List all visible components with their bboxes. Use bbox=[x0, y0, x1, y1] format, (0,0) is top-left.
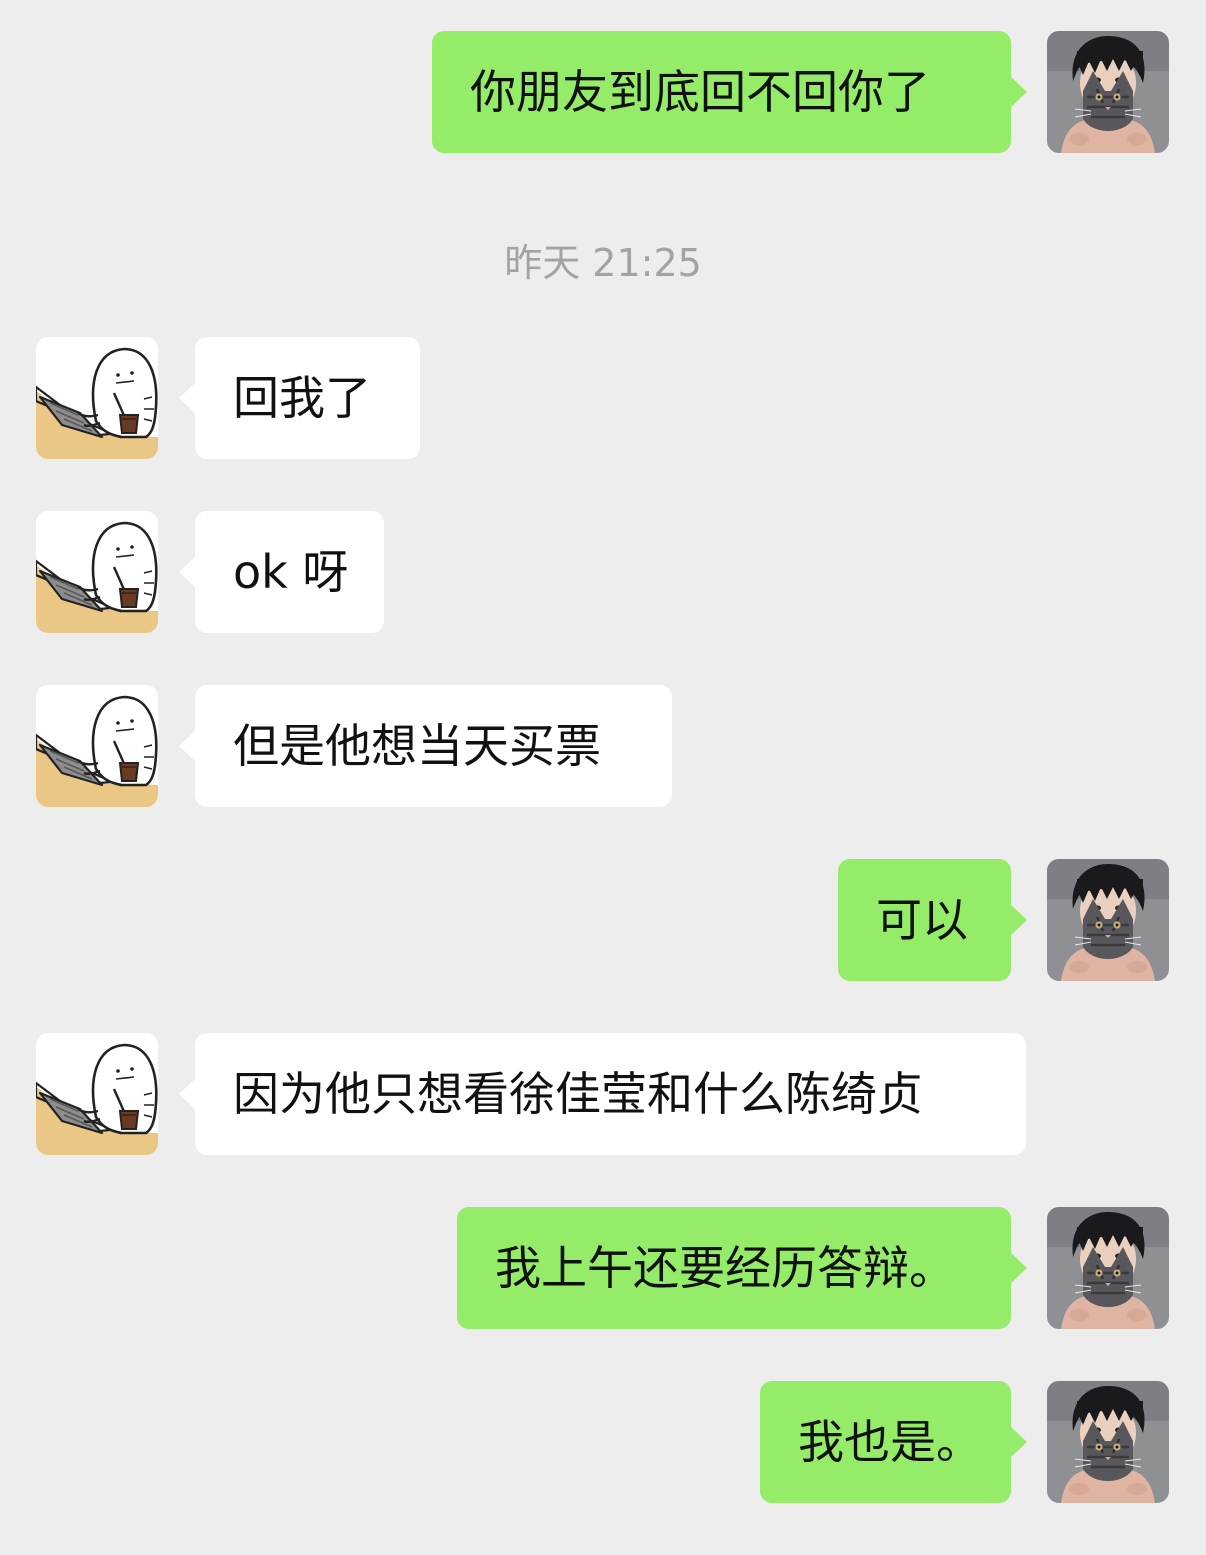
self-avatar[interactable] bbox=[1047, 31, 1169, 153]
friend-avatar[interactable] bbox=[36, 337, 158, 459]
friend-avatar[interactable] bbox=[36, 511, 158, 633]
ghost-laptop-drink-avatar-icon bbox=[36, 1033, 158, 1155]
message-bubble-sent[interactable]: 我也是。 bbox=[760, 1381, 1027, 1503]
friend-avatar[interactable] bbox=[36, 685, 158, 807]
message-text: 但是他想当天买票 bbox=[233, 719, 601, 773]
message-text: 因为他只想看徐佳莹和什么陈绮贞 bbox=[233, 1067, 923, 1121]
message-bubble-sent[interactable]: 我上午还要经历答辩。 bbox=[457, 1207, 1027, 1329]
self-avatar[interactable] bbox=[1047, 1207, 1169, 1329]
message-bubble-received[interactable]: 回我了 bbox=[179, 337, 420, 459]
ghost-laptop-drink-avatar-icon bbox=[36, 511, 158, 633]
message-text: ok 呀 bbox=[233, 545, 349, 599]
bubble-tail bbox=[1010, 1426, 1027, 1458]
message-bubble-received[interactable]: 因为他只想看徐佳莹和什么陈绮贞 bbox=[179, 1033, 1026, 1155]
message-text: 可以 bbox=[876, 893, 968, 947]
bubble-tail bbox=[1010, 76, 1027, 108]
bubble-tail bbox=[1010, 904, 1027, 936]
bubble-tail bbox=[179, 382, 196, 414]
boy-with-cat-avatar-icon bbox=[1047, 1207, 1169, 1329]
boy-with-cat-avatar-icon bbox=[1047, 859, 1169, 981]
message-bubble-received[interactable]: 但是他想当天买票 bbox=[179, 685, 672, 807]
timestamp: 昨天 21:25 bbox=[504, 241, 702, 285]
self-avatar[interactable] bbox=[1047, 859, 1169, 981]
message-text: 我上午还要经历答辩。 bbox=[495, 1241, 955, 1295]
bubble-tail bbox=[179, 730, 196, 762]
boy-with-cat-avatar-icon bbox=[1047, 31, 1169, 153]
message-text: 我也是。 bbox=[798, 1415, 982, 1469]
message-text: 回我了 bbox=[233, 371, 371, 425]
message-bubble-received[interactable]: ok 呀 bbox=[179, 511, 384, 633]
ghost-laptop-drink-avatar-icon bbox=[36, 337, 158, 459]
bubble-tail bbox=[179, 1078, 196, 1110]
bubble-tail bbox=[179, 556, 196, 588]
self-avatar[interactable] bbox=[1047, 1381, 1169, 1503]
bubble-tail bbox=[1010, 1252, 1027, 1284]
message-bubble-sent[interactable]: 你朋友到底回不回你了 bbox=[432, 31, 1027, 153]
message-bubble-sent[interactable]: 可以 bbox=[838, 859, 1027, 981]
message-text: 你朋友到底回不回你了 bbox=[470, 65, 930, 119]
boy-with-cat-avatar-icon bbox=[1047, 1381, 1169, 1503]
friend-avatar[interactable] bbox=[36, 1033, 158, 1155]
ghost-laptop-drink-avatar-icon bbox=[36, 685, 158, 807]
